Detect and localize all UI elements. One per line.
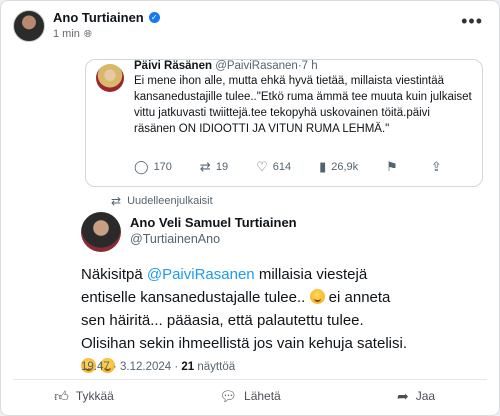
post-actions: 👍︎ Tykkää 💬︎ Lähetä ➦ Jaa: [1, 384, 499, 408]
quoted-author-avatar[interactable]: [96, 64, 124, 92]
grimace-emoji-icon: [309, 289, 325, 304]
quoted-author-handle: @PaiviRasanen: [215, 60, 298, 72]
author-name[interactable]: Ano Turtiainen: [53, 10, 144, 25]
like-button[interactable]: 👍︎ Tykkää: [1, 384, 167, 408]
reply-icon: ◯: [134, 159, 149, 174]
tweet-timestamp: 19.47 · 3.12.2024 · 21 näyttöä: [81, 361, 236, 373]
quoted-actions: ◯ 170 ⇄ 19 ♡ 614 ▮ 26,9k ⚑ ⇪: [134, 159, 454, 175]
share-icon: ⇪: [430, 159, 442, 174]
post-time[interactable]: 1 min: [53, 27, 80, 42]
author-avatar[interactable]: [13, 10, 45, 42]
quoted-age: 7 h: [301, 60, 318, 72]
globe-icon: 🌐︎: [83, 29, 92, 40]
heart-icon: ♡: [256, 159, 268, 174]
share-action[interactable]: ⇪: [431, 159, 447, 175]
quoted-text: Ei mene ihon alle, mutta ehkä hyvä tietä…: [134, 75, 472, 135]
post-header: Ano Turtiainen ✓ 1 min 🌐︎: [13, 9, 160, 43]
share-button[interactable]: ➦ Jaa: [333, 384, 499, 408]
divider: [13, 379, 487, 380]
thumbs-up-icon: 👍︎: [54, 387, 69, 404]
retweet-label: ⇄ Uudelleenjulkaisit: [111, 194, 213, 208]
retweet-icon: ⇄: [199, 159, 211, 174]
bookmark-action[interactable]: ⚑: [386, 159, 403, 175]
more-options-icon[interactable]: •••: [461, 11, 483, 32]
tweet-author-handle[interactable]: @TurtiainenAno: [130, 232, 220, 246]
bookmark-icon: ⚑: [386, 159, 398, 174]
post-card: Ano Turtiainen ✓ 1 min 🌐︎ ••• Päivi Räsä…: [0, 0, 500, 416]
tweet-author-name[interactable]: Ano Veli Samuel Turtiainen: [130, 215, 297, 230]
quoted-tweet[interactable]: Päivi Räsänen @PaiviRasanen·7 h Ei mene …: [85, 59, 483, 187]
retweet-icon: ⇄: [111, 194, 122, 208]
quoted-author-name: Päivi Räsänen: [134, 60, 212, 72]
reply-action[interactable]: ◯ 170: [134, 159, 172, 175]
verified-badge-icon: ✓: [148, 12, 160, 23]
mention-link[interactable]: @PaiviRasanen: [147, 266, 255, 283]
send-button[interactable]: 💬︎ Lähetä: [167, 384, 333, 408]
messenger-icon: 💬︎: [219, 387, 238, 404]
share-arrow-icon: ➦: [396, 387, 409, 404]
views-action[interactable]: ▮ 26,9k: [319, 159, 358, 175]
retweet-action[interactable]: ⇄ 19: [200, 159, 228, 175]
tweet-author-avatar[interactable]: [81, 212, 121, 252]
bar-chart-icon: ▮: [319, 159, 327, 174]
like-action[interactable]: ♡ 614: [256, 159, 291, 175]
